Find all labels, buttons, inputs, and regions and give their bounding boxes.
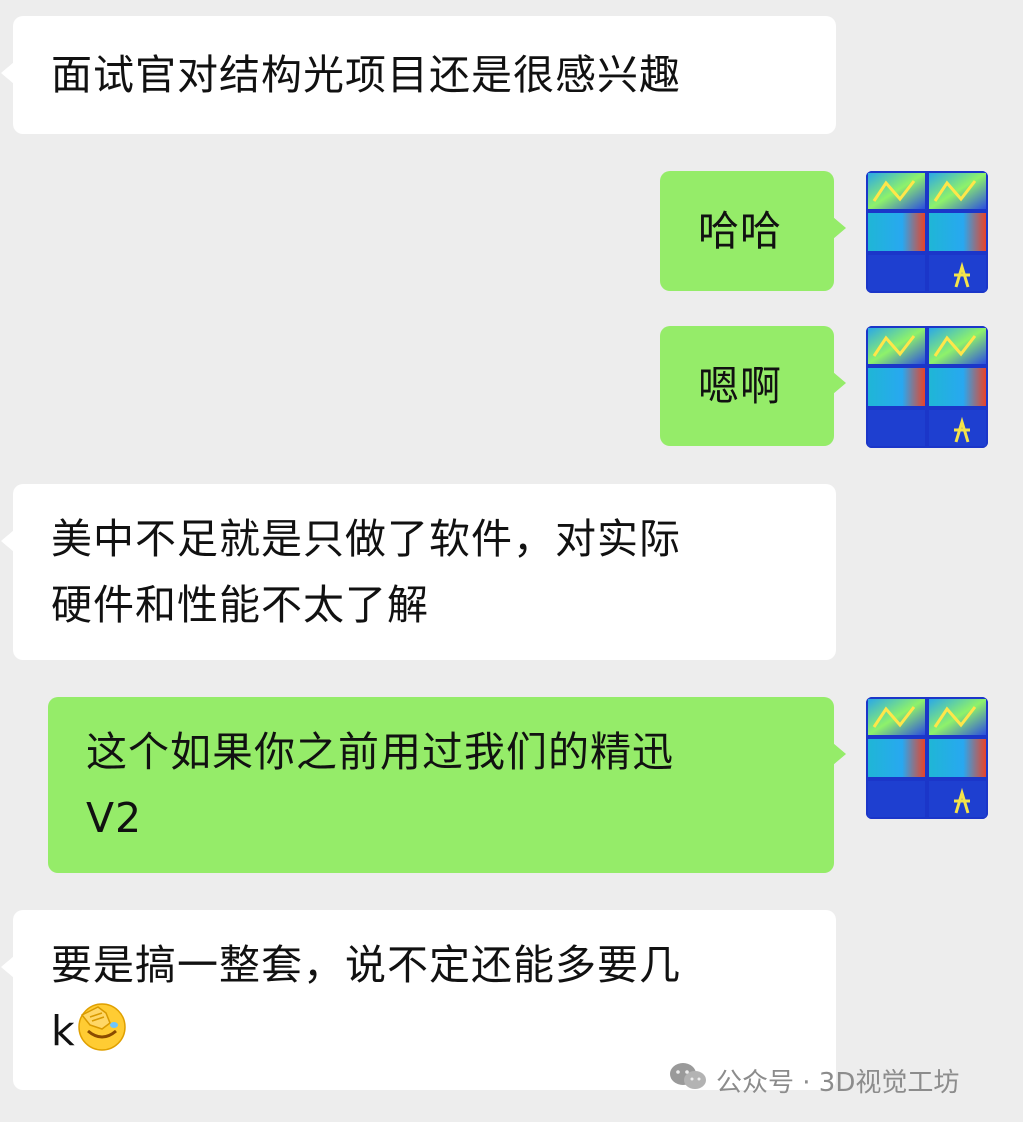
message-text-line: V2 bbox=[86, 794, 143, 842]
message-text: 哈哈 bbox=[698, 207, 782, 255]
chat-window: 面试官对结构光项目还是很感兴趣 哈哈 嗯啊 美中不足就是只做了软件，对实际 硬件… bbox=[0, 0, 1023, 1122]
watermark: 公众号 · 3D视觉工坊 bbox=[668, 1060, 959, 1100]
depth-map-avatar-icon bbox=[866, 697, 988, 819]
wechat-icon bbox=[668, 1061, 708, 1100]
depth-map-avatar-icon bbox=[866, 171, 988, 293]
message-text-line: 要是搞一整套，说不定还能多要几 bbox=[51, 941, 681, 989]
message-text-line: 这个如果你之前用过我们的精迅 bbox=[86, 728, 674, 776]
message-text: 嗯啊 bbox=[698, 362, 782, 410]
message-bubble-incoming[interactable]: 面试官对结构光项目还是很感兴趣 bbox=[1, 16, 836, 134]
message-bubble-outgoing[interactable]: 嗯啊 bbox=[660, 326, 846, 446]
message-text-line: 美中不足就是只做了软件，对实际 bbox=[51, 515, 681, 563]
message-text: k bbox=[51, 1007, 76, 1055]
message-bubble-outgoing[interactable]: 这个如果你之前用过我们的精迅 V2 bbox=[48, 697, 846, 873]
depth-map-avatar-icon bbox=[866, 326, 988, 448]
message-text: 面试官对结构光项目还是很感兴趣 bbox=[51, 51, 681, 99]
facepalm-emoji-icon bbox=[76, 1001, 128, 1072]
user-avatar[interactable] bbox=[866, 171, 988, 293]
user-avatar[interactable] bbox=[866, 326, 988, 448]
message-bubble-outgoing[interactable]: 哈哈 bbox=[660, 171, 846, 291]
user-avatar[interactable] bbox=[866, 697, 988, 819]
message-bubble-incoming[interactable]: 美中不足就是只做了软件，对实际 硬件和性能不太了解 bbox=[1, 484, 836, 660]
watermark-text: 公众号 · 3D视觉工坊 bbox=[716, 1067, 960, 1098]
message-text-line: 硬件和性能不太了解 bbox=[51, 581, 429, 629]
